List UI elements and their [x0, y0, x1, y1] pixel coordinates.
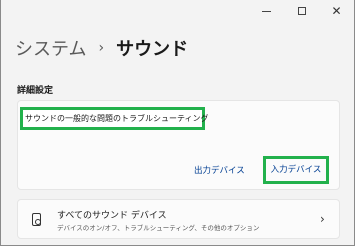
advanced-settings-card: サウンドの一般的な問題のトラブルシューティング 出力デバイス 入力デバイス [17, 100, 340, 190]
chevron-right-icon: › [320, 212, 325, 226]
all-sound-devices-subtitle: デバイスのオン/オフ、トラブルシューティング、その他のオプション [57, 224, 260, 232]
chevron-right-icon: › [98, 40, 105, 56]
advanced-settings-heading: 詳細設定 [17, 86, 54, 96]
close-icon: ✕ [331, 4, 342, 18]
title-bar-controls: ✕ [249, 0, 354, 22]
minimize-icon [262, 10, 271, 12]
speaker-icon [32, 213, 41, 226]
minimize-button[interactable] [249, 0, 284, 22]
breadcrumb: システム › サウンド [15, 35, 188, 61]
close-button[interactable]: ✕ [319, 0, 354, 22]
page-title: サウンド [116, 39, 189, 60]
all-sound-devices-item[interactable]: すべてのサウンド デバイス デバイスのオン/オフ、トラブルシューティング、その他… [17, 199, 340, 239]
all-sound-devices-title: すべてのサウンド デバイス [57, 211, 167, 221]
breadcrumb-system[interactable]: システム [15, 35, 86, 61]
input-device-button[interactable]: 入力デバイス [263, 156, 329, 184]
maximize-icon [297, 7, 306, 15]
output-device-button[interactable]: 出力デバイス [194, 164, 245, 180]
troubleshoot-link[interactable]: サウンドの一般的な問題のトラブルシューティング [20, 107, 209, 130]
settings-window: ✕ システム › サウンド 詳細設定 サウンドの一般的な問題のトラブルシューティ… [0, 0, 355, 246]
maximize-button[interactable] [284, 0, 319, 22]
